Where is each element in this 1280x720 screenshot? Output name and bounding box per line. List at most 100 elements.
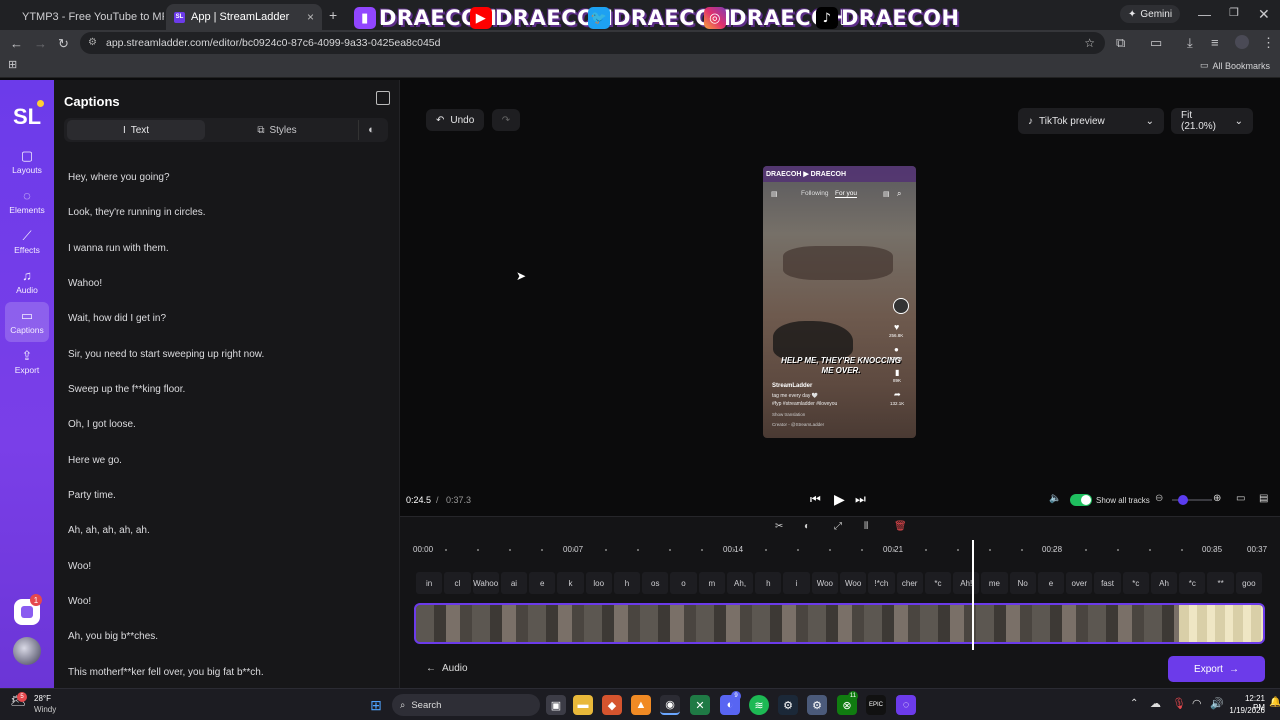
- window-close-icon[interactable]: ✕: [1258, 7, 1270, 21]
- wifi-icon[interactable]: ◠: [1192, 697, 1202, 710]
- caption-line[interactable]: Ah, you big b**ches.: [68, 631, 158, 642]
- caption-view-icon[interactable]: ▭: [1236, 493, 1245, 504]
- palette-icon[interactable]: ◐: [358, 120, 384, 140]
- caption-clip[interactable]: k: [557, 572, 584, 594]
- caption-clip[interactable]: m: [698, 572, 725, 594]
- caption-clip[interactable]: cl: [444, 572, 471, 594]
- caption-clip[interactable]: *c: [1179, 572, 1206, 594]
- tab-text[interactable]: I Text: [67, 120, 205, 140]
- caption-clip[interactable]: goo: [1235, 572, 1262, 594]
- media-icon[interactable]: ≡: [1211, 36, 1219, 49]
- zoom-slider[interactable]: [1172, 495, 1212, 505]
- skip-back-icon[interactable]: ⏮: [810, 492, 821, 507]
- delete-icon[interactable]: 🗑: [894, 521, 907, 532]
- rail-item-layouts[interactable]: ▢ Layouts: [0, 144, 54, 180]
- caption-clip[interactable]: os: [642, 572, 669, 594]
- caption-line[interactable]: Oh, I got loose.: [68, 419, 136, 430]
- excel-icon[interactable]: ✕: [690, 695, 710, 715]
- volume-icon[interactable]: 🔈: [1049, 493, 1061, 504]
- maximize-icon[interactable]: ❐: [1229, 8, 1239, 19]
- caption-line[interactable]: Party time.: [68, 490, 116, 501]
- apps-grid-icon[interactable]: ⊞: [8, 60, 17, 71]
- caption-clip[interactable]: cher: [896, 572, 923, 594]
- tray-chevron-icon[interactable]: ⌃: [1130, 698, 1138, 709]
- redo-button[interactable]: ↷: [492, 109, 520, 131]
- play-icon[interactable]: ▶: [834, 491, 845, 508]
- app-triangle-icon[interactable]: ▲: [631, 695, 651, 715]
- caption-clip[interactable]: h: [755, 572, 782, 594]
- zoom-in-icon[interactable]: ⊕: [1213, 493, 1221, 504]
- caption-clip[interactable]: me: [981, 572, 1008, 594]
- caption-line[interactable]: Wait, how did I get in?: [68, 313, 166, 324]
- zoom-knob[interactable]: [1178, 495, 1188, 505]
- chrome-menu-icon[interactable]: ⋮: [1262, 36, 1275, 49]
- caption-line[interactable]: I wanna run with them.: [68, 243, 169, 254]
- windows-start-icon[interactable]: ⊞: [366, 695, 386, 715]
- skip-forward-icon[interactable]: ⏭: [855, 492, 866, 507]
- collapse-panel-icon[interactable]: [376, 91, 390, 105]
- back-arrow-icon[interactable]: ←: [10, 37, 23, 50]
- rail-item-captions[interactable]: ▭ Captions: [5, 302, 49, 342]
- speaker-icon[interactable]: 🔊: [1210, 697, 1224, 710]
- minimize-icon[interactable]: —: [1198, 8, 1211, 21]
- caption-clip[interactable]: loo: [585, 572, 612, 594]
- split-scissors-icon[interactable]: ✂: [775, 521, 783, 532]
- caption-clip[interactable]: in: [416, 572, 443, 594]
- reload-icon[interactable]: ↻: [58, 37, 69, 50]
- caption-clip[interactable]: *c: [1122, 572, 1149, 594]
- microphone-icon[interactable]: 🎙: [1172, 697, 1186, 710]
- new-tab-button[interactable]: +: [329, 8, 337, 22]
- caption-clip[interactable]: i: [783, 572, 810, 594]
- rail-item-effects[interactable]: ⟋ Effects: [0, 224, 54, 260]
- epic-games-icon[interactable]: EPIC: [866, 695, 886, 715]
- caption-clip[interactable]: *c: [924, 572, 952, 594]
- steam-icon[interactable]: ⚙: [778, 695, 798, 715]
- caption-line[interactable]: Look, they're running in circles.: [68, 207, 206, 218]
- app-orange-icon[interactable]: ◆: [602, 695, 622, 715]
- site-info-icon[interactable]: ⚙: [88, 37, 97, 48]
- caption-clip[interactable]: h: [613, 572, 641, 594]
- playhead[interactable]: [971, 540, 974, 650]
- layout-view-icon[interactable]: ▤: [1259, 493, 1268, 504]
- rail-item-export[interactable]: ⇪ Export: [0, 344, 54, 380]
- app-circle-icon[interactable]: ◌: [896, 695, 916, 715]
- caption-clip[interactable]: !*ch: [868, 572, 895, 594]
- caption-line[interactable]: Hey, where you going?: [68, 172, 170, 183]
- caption-line[interactable]: This motherf**ker fell over, you big fat…: [68, 667, 264, 678]
- bookmark-star-icon[interactable]: ☆: [1084, 36, 1095, 50]
- settings-icon[interactable]: ⚙: [807, 695, 827, 715]
- palette-tool-icon[interactable]: ◐: [804, 521, 810, 532]
- notification-bell-icon[interactable]: 🔔: [1269, 697, 1280, 708]
- caption-clip[interactable]: ai: [500, 572, 528, 594]
- caption-clip[interactable]: fast: [1094, 572, 1121, 594]
- caption-line[interactable]: Sweep up the f**king floor.: [68, 384, 185, 395]
- tab-streamladder[interactable]: SL App | StreamLadder ×: [166, 4, 322, 30]
- caption-clip[interactable]: over: [1066, 572, 1093, 594]
- caption-line[interactable]: Woo!: [68, 596, 91, 607]
- fit-select[interactable]: Fit (21.0%) ⌄: [1171, 108, 1253, 134]
- undo-button[interactable]: ↶ Undo: [426, 109, 485, 131]
- tiktok-phone-preview[interactable]: DRAECOH ▶ DRAECOH Following For you ▤ ▤ …: [763, 166, 916, 438]
- caption-line[interactable]: Woo!: [68, 561, 91, 572]
- caption-clip[interactable]: Woo: [811, 572, 838, 594]
- caption-clip[interactable]: **: [1207, 572, 1234, 594]
- caption-clip[interactable]: o: [670, 572, 697, 594]
- spotify-icon[interactable]: ≋: [749, 695, 769, 715]
- caption-clip[interactable]: Woo: [840, 572, 867, 594]
- caption-clip[interactable]: Ah,: [726, 572, 754, 594]
- rail-item-audio[interactable]: ♫ Audio: [0, 264, 54, 300]
- forward-arrow-icon[interactable]: →: [34, 37, 47, 50]
- task-view-icon[interactable]: ▣: [546, 695, 566, 715]
- export-button[interactable]: Export →: [1168, 656, 1265, 682]
- tab-styles[interactable]: ⧉ Styles: [208, 120, 346, 140]
- caption-clip[interactable]: Wahoo: [472, 572, 499, 594]
- video-track[interactable]: [414, 603, 1265, 644]
- caption-clip[interactable]: Ah!: [953, 572, 980, 594]
- caption-clip[interactable]: Ah: [1150, 572, 1178, 594]
- caption-line[interactable]: Here we go.: [68, 455, 122, 466]
- taskbar-search[interactable]: ⌕ Search: [392, 694, 540, 716]
- caption-line[interactable]: Ah, ah, ah, ah, ah.: [68, 525, 150, 536]
- zoom-out-icon[interactable]: ⊖: [1155, 493, 1163, 504]
- trim-icon[interactable]: ⫴: [864, 521, 868, 532]
- show-tracks-toggle[interactable]: [1070, 494, 1092, 506]
